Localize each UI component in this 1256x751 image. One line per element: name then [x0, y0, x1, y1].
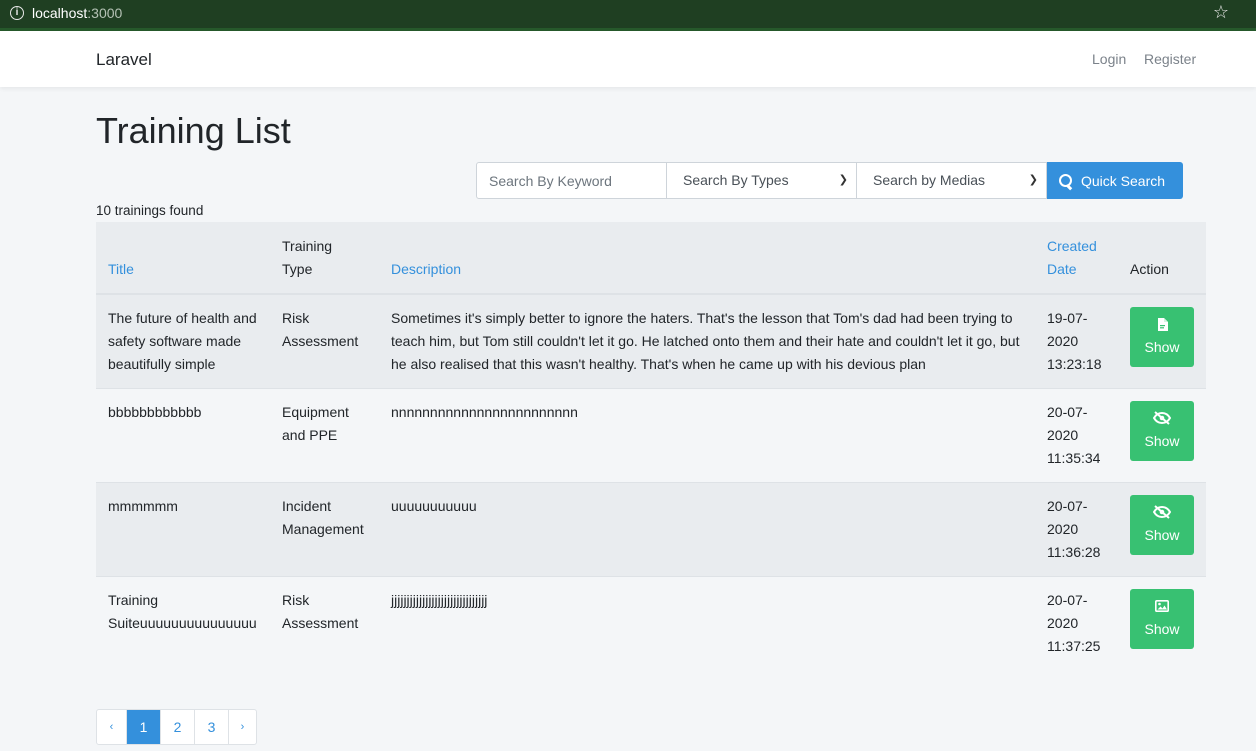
column-header-created-date[interactable]: Created Date	[1035, 222, 1118, 294]
keyword-search-input[interactable]	[476, 162, 667, 199]
search-icon	[1059, 173, 1073, 188]
row-action: Show	[1118, 293, 1206, 389]
show-button[interactable]: Show	[1130, 307, 1194, 367]
row-action: Show	[1118, 388, 1206, 483]
column-header-title[interactable]: Title	[96, 222, 270, 294]
row-training-type: Equipment and PPE	[270, 388, 379, 483]
eye-slash-icon	[1153, 503, 1171, 521]
browser-address-bar: i localhost:3000 ☆	[0, 0, 1256, 31]
bookmark-star-icon[interactable]: ☆	[1213, 2, 1229, 23]
register-link[interactable]: Register	[1144, 51, 1196, 67]
show-button[interactable]: Show	[1130, 401, 1194, 461]
navbar: Laravel Login Register	[0, 31, 1256, 87]
row-action: Show	[1118, 482, 1206, 577]
pagination: ‹ 1 2 3 ›	[96, 709, 257, 745]
row-description: Sometimes it's simply better to ignore t…	[379, 293, 1035, 389]
table-row: mmmmmm Incident Management uuuuuuuuuuu 2…	[96, 482, 1206, 577]
date-part: 20-07-	[1047, 498, 1088, 514]
row-created-date: 20-07- 2020 11:35:34	[1035, 388, 1118, 483]
medias-select-value: Search by Medias	[873, 172, 986, 188]
table-row: The future of health and safety software…	[96, 293, 1206, 389]
pagination-page-1[interactable]: 1	[126, 710, 160, 744]
url-host: localhost	[32, 5, 88, 21]
table-row: bbbbbbbbbbbb Equipment and PPE nnnnnnnnn…	[96, 388, 1206, 483]
date-year: 2020	[1047, 333, 1079, 349]
pagination-next[interactable]: ›	[228, 710, 256, 744]
pagination-prev[interactable]: ‹	[97, 710, 126, 744]
pdf-file-icon	[1157, 315, 1168, 333]
url-port: :3000	[87, 5, 123, 21]
chevron-down-icon: ❯	[838, 174, 848, 186]
address-url[interactable]: localhost:3000	[32, 5, 122, 21]
created-date-header-line2: Date	[1047, 261, 1077, 277]
show-button-label: Show	[1144, 621, 1180, 637]
row-description: uuuuuuuuuuu	[379, 482, 1035, 577]
date-time: 11:37:25	[1047, 638, 1101, 654]
table-row: Training Suiteuuuuuuuuuuuuuuu Risk Asses…	[96, 576, 1206, 670]
row-action: Show	[1118, 576, 1206, 670]
search-form: Search By Types ❯ Search by Medias ❯ Qui…	[476, 162, 1183, 199]
types-select-value: Search By Types	[683, 172, 789, 188]
types-select[interactable]: Search By Types ❯	[667, 162, 857, 199]
date-time: 13:23:18	[1047, 356, 1102, 372]
row-training-type: Risk Assessment	[270, 576, 379, 670]
row-created-date: 20-07- 2020 11:36:28	[1035, 482, 1118, 577]
row-title: Training Suiteuuuuuuuuuuuuuuu	[96, 576, 270, 670]
row-training-type: Incident Management	[270, 482, 379, 577]
row-created-date: 19-07- 2020 13:23:18	[1035, 293, 1118, 389]
show-button-label: Show	[1144, 433, 1180, 449]
date-time: 11:35:34	[1047, 450, 1101, 466]
created-date-header-line1: Created	[1047, 238, 1097, 254]
column-header-description[interactable]: Description	[379, 222, 1035, 294]
show-button-label: Show	[1144, 339, 1180, 355]
medias-select[interactable]: Search by Medias ❯	[857, 162, 1047, 199]
pagination-page-2[interactable]: 2	[160, 710, 194, 744]
quick-search-button[interactable]: Quick Search	[1047, 162, 1183, 199]
date-part: 19-07-	[1047, 310, 1088, 326]
row-created-date: 20-07- 2020 11:37:25	[1035, 576, 1118, 670]
chevron-down-icon: ❯	[1028, 174, 1038, 186]
login-link[interactable]: Login	[1092, 51, 1126, 67]
date-year: 2020	[1047, 521, 1079, 537]
date-year: 2020	[1047, 427, 1079, 443]
show-button[interactable]: Show	[1130, 589, 1194, 649]
table-header-row: Title Training Type Description Created Da…	[96, 222, 1206, 294]
info-icon[interactable]: i	[10, 6, 24, 20]
show-button-label: Show	[1144, 527, 1180, 543]
row-training-type: Risk Assessment	[270, 293, 379, 389]
date-part: 20-07-	[1047, 592, 1088, 608]
training-type-header-line2: Type	[282, 261, 313, 277]
pagination-page-3[interactable]: 3	[194, 710, 228, 744]
navbar-brand[interactable]: Laravel	[96, 50, 152, 70]
row-description: jjjjjjjjjjjjjjjjjjjjjjjjjjjjjjj	[379, 576, 1035, 670]
training-type-header-line1: Training	[282, 238, 333, 254]
eye-slash-icon	[1153, 409, 1171, 427]
quick-search-label: Quick Search	[1081, 172, 1166, 189]
results-count: 10 trainings found	[96, 203, 204, 218]
date-year: 2020	[1047, 615, 1079, 631]
image-icon	[1155, 597, 1169, 615]
trainings-table: Title Training Type Description Created Da…	[96, 222, 1206, 670]
row-title: mmmmmm	[96, 482, 270, 577]
column-header-action: Action	[1130, 261, 1169, 277]
row-title: bbbbbbbbbbbb	[96, 388, 270, 483]
show-button[interactable]: Show	[1130, 495, 1194, 555]
column-header-training-type: Training Type	[270, 222, 379, 294]
date-time: 11:36:28	[1047, 544, 1101, 560]
row-title: The future of health and safety software…	[96, 293, 270, 389]
row-description: nnnnnnnnnnnnnnnnnnnnnnnn	[379, 388, 1035, 483]
date-part: 20-07-	[1047, 404, 1088, 420]
page-title: Training List	[96, 110, 291, 151]
